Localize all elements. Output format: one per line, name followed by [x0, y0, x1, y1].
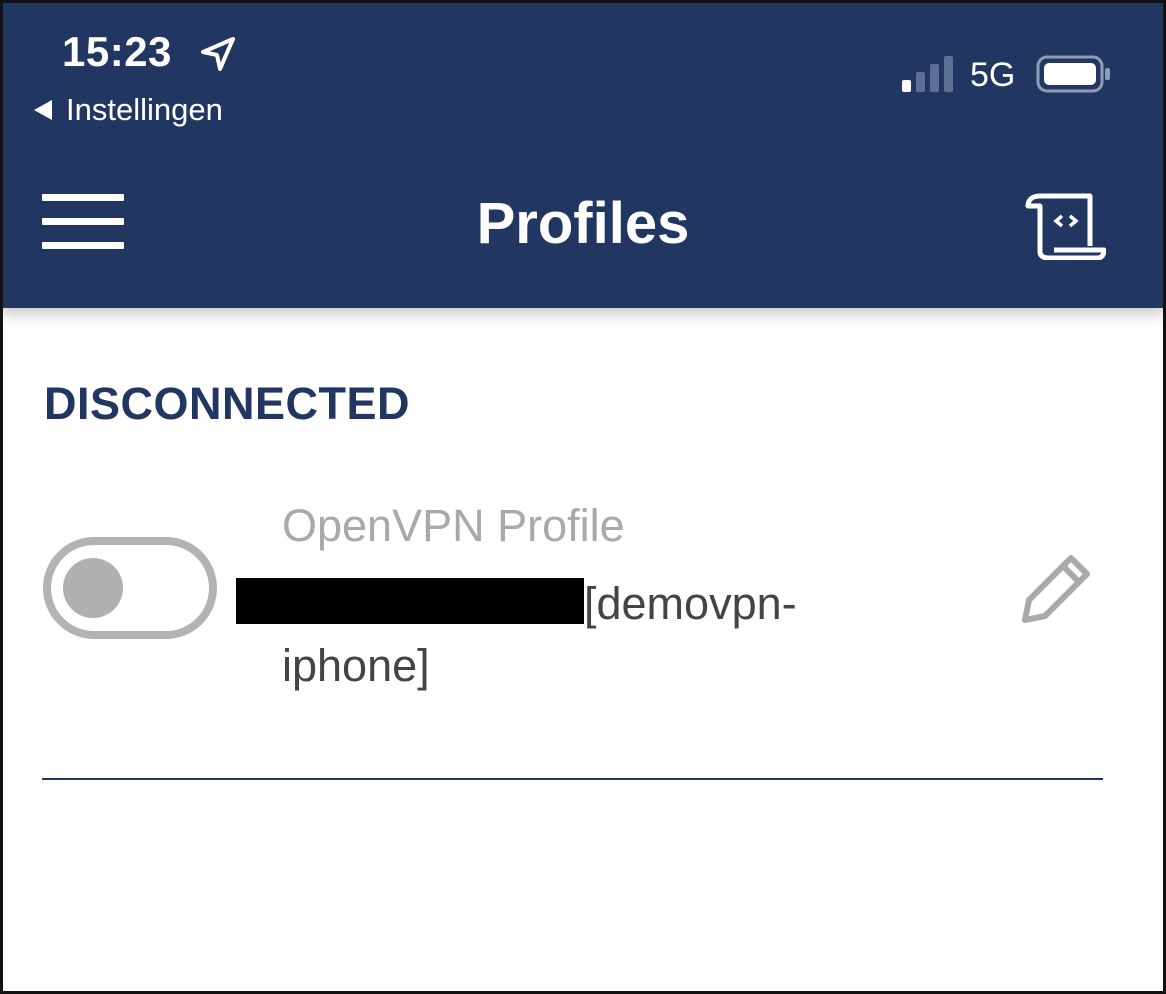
cellular-signal-icon	[902, 56, 953, 92]
toggle-knob	[63, 558, 123, 618]
connection-status: DISCONNECTED	[44, 378, 411, 429]
profile-divider	[42, 778, 1103, 780]
network-type: 5G	[970, 56, 1016, 94]
app-header: 15:23 Instellingen 5G Profiles	[0, 0, 1166, 308]
status-time: 15:23	[62, 28, 172, 75]
back-label: Instellingen	[66, 92, 223, 127]
import-file-icon	[1025, 193, 1107, 261]
back-arrow-icon	[34, 100, 52, 120]
back-to-settings-link[interactable]: Instellingen	[34, 92, 223, 128]
pencil-icon	[1022, 555, 1090, 623]
page-title: Profiles	[476, 191, 690, 256]
redacted-username	[236, 578, 584, 624]
edit-profile-button[interactable]	[1015, 550, 1095, 635]
import-profile-button[interactable]	[1024, 190, 1107, 265]
location-arrow-icon	[201, 37, 235, 71]
profile-type-label: OpenVPN Profile	[282, 500, 625, 551]
profile-connect-toggle[interactable]	[43, 537, 217, 639]
battery-icon	[1036, 55, 1110, 93]
